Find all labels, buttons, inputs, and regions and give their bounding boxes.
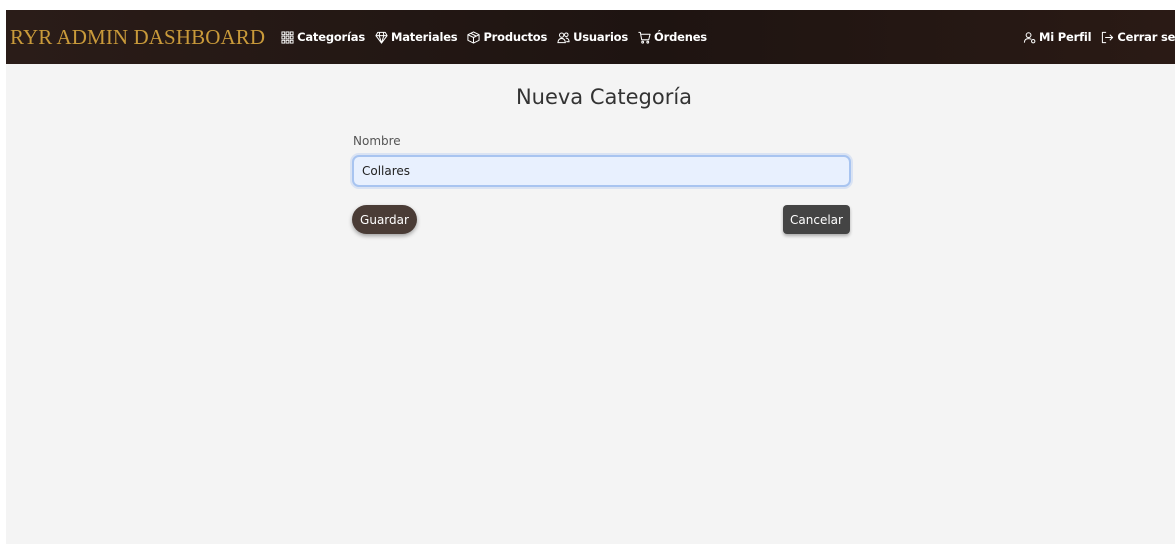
gem-icon xyxy=(375,31,388,44)
nav-link-usuarios[interactable]: Usuarios xyxy=(557,30,628,44)
name-input[interactable] xyxy=(352,155,851,187)
name-label: Nombre xyxy=(353,134,401,148)
app-window: RYR ADMIN DASHBOARD Categorías Materiale… xyxy=(6,10,1175,544)
nav-link-label: Materiales xyxy=(390,30,458,44)
cancel-button[interactable]: Cancelar xyxy=(783,205,850,234)
nav-link-label: Categorías xyxy=(297,30,365,44)
nav-right: Mi Perfil Cerrar sesió xyxy=(1023,10,1175,64)
nav-link-label: Productos xyxy=(483,30,548,44)
box-icon xyxy=(467,30,481,44)
brand-title[interactable]: RYR ADMIN DASHBOARD xyxy=(10,25,265,50)
nav-link-ordenes[interactable]: Órdenes xyxy=(638,30,707,44)
nav-link-categorias[interactable]: Categorías xyxy=(281,30,365,44)
nav-link-cerrar-sesion[interactable]: Cerrar sesió xyxy=(1101,30,1175,44)
nav-link-label: Usuarios xyxy=(573,30,629,44)
nav-link-mi-perfil[interactable]: Mi Perfil xyxy=(1023,30,1092,44)
page-title: Nueva Categoría xyxy=(515,85,693,109)
save-button[interactable]: Guardar xyxy=(352,205,417,234)
nav-link-productos[interactable]: Productos xyxy=(467,30,547,44)
nav-link-label: Órdenes xyxy=(654,30,707,44)
users-icon xyxy=(557,31,570,43)
cart-icon xyxy=(638,31,651,44)
user-icon xyxy=(1023,31,1036,43)
nav-link-label: Cerrar sesió xyxy=(1117,30,1175,44)
nav-links: Categorías Materiales Productos Usuarios… xyxy=(281,30,717,44)
nav-link-materiales[interactable]: Materiales xyxy=(375,30,458,44)
top-navbar: RYR ADMIN DASHBOARD Categorías Materiale… xyxy=(6,10,1175,64)
logout-icon xyxy=(1102,31,1114,43)
grid-icon xyxy=(281,30,294,44)
nav-link-label: Mi Perfil xyxy=(1039,30,1092,44)
